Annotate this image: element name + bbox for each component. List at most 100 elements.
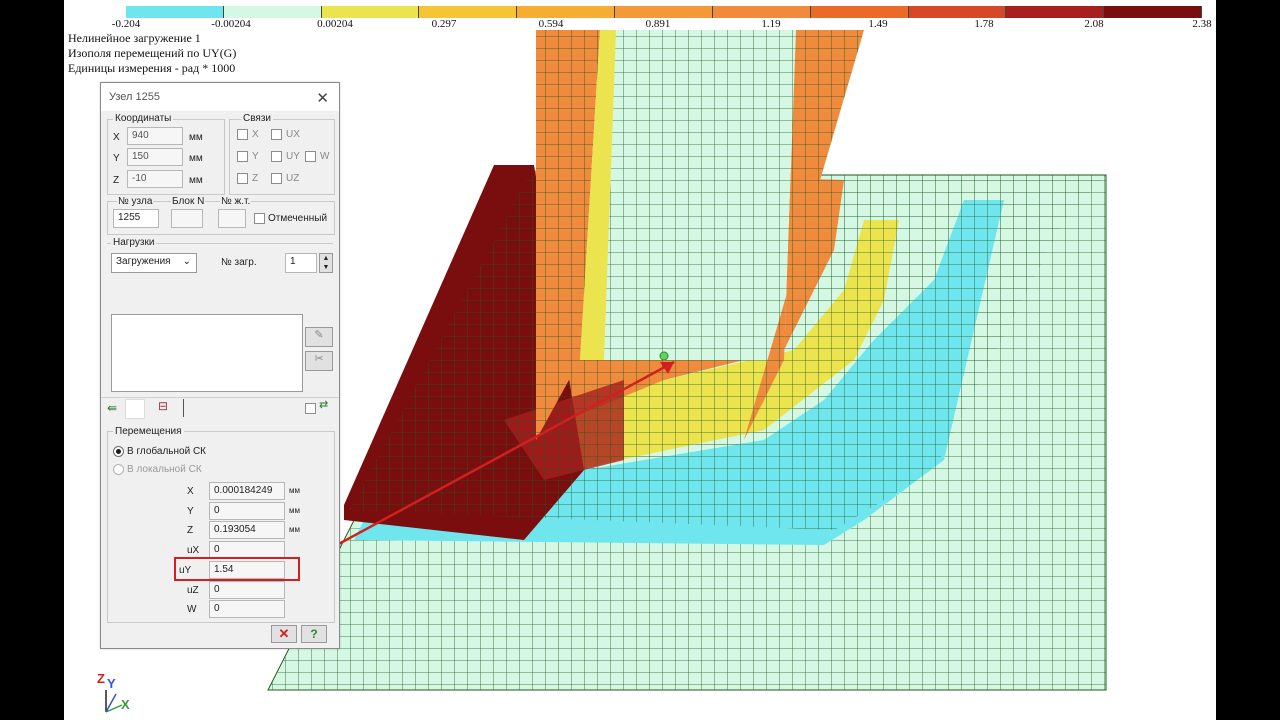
displacement-unit: мм [289, 525, 300, 535]
displacement-label: Y [187, 505, 194, 517]
node-number-label: № узла [117, 196, 154, 207]
legend-swatch [712, 6, 811, 18]
constraint-w-checkbox[interactable] [305, 151, 316, 162]
tab-forces-icon[interactable]: ⊟ [145, 399, 181, 417]
tab-blank[interactable] [125, 399, 145, 419]
constraint-uz-checkbox[interactable] [271, 173, 282, 184]
node-number-field[interactable]: 1255 [113, 209, 159, 228]
block-label: Блок N [171, 196, 206, 207]
displacement-value-field[interactable]: 0.000184249 [209, 482, 285, 500]
coord-z-unit: мм [189, 175, 203, 186]
coord-x-label: X [113, 132, 120, 143]
legend-swatch [1006, 6, 1105, 18]
displacement-label: W [187, 604, 197, 616]
constraint-y-checkbox[interactable] [237, 151, 248, 162]
loads-label: Нагрузки [111, 237, 157, 248]
chevron-down-icon: ⌄ [182, 256, 191, 267]
stiffness-label: № ж.т. [220, 196, 252, 207]
tab-displacement-icon[interactable]: ⇚ [107, 401, 117, 415]
constraints-label: Связи [241, 113, 274, 124]
load-number-label: № загр. [221, 257, 257, 268]
loads-dropdown[interactable]: Загружения ⌄ [111, 253, 197, 273]
result-info: Нелинейное загружение 1 Изополя перемеще… [68, 31, 236, 76]
constraint-x-checkbox[interactable] [237, 129, 248, 140]
selected-node-marker[interactable] [659, 351, 669, 361]
load-number-field[interactable]: 1 [285, 253, 317, 273]
constraint-uy-label: UY [286, 151, 300, 162]
displacement-value-field[interactable]: 0 [209, 600, 285, 619]
delete-load-icon[interactable]: ✂ [305, 351, 333, 371]
displacement-label: uZ [187, 584, 199, 596]
constraint-ux-checkbox[interactable] [271, 129, 282, 140]
help-button[interactable]: ? [301, 625, 327, 643]
constraint-x-label: X [252, 129, 259, 140]
block-field[interactable] [171, 209, 203, 228]
color-scale-ticks: -0.204 -0.00204 0.00204 0.297 0.594 0.891 1.19… [0, 18, 1280, 32]
legend-tick-label: 2.08 [1084, 18, 1104, 30]
legend-tick-label: 1.78 [974, 18, 994, 30]
displacements-label: Перемещения [113, 426, 184, 437]
axis-triad: Z Y X [97, 671, 130, 713]
load-number-spinner[interactable]: ▲ ▼ [319, 253, 333, 273]
stiffness-field[interactable] [218, 209, 246, 228]
constraint-z-checkbox[interactable] [237, 173, 248, 184]
option-checkbox[interactable] [305, 403, 316, 414]
cancel-button[interactable]: ✕ [271, 625, 297, 643]
legend-swatch [810, 6, 909, 18]
constraint-uy-checkbox[interactable] [271, 151, 282, 162]
displacement-unit: мм [289, 505, 300, 515]
legend-tick-label: 1.49 [868, 18, 888, 30]
displacement-value-field[interactable]: 0.193054 [209, 521, 285, 540]
coord-y-field[interactable]: 150 [127, 148, 183, 166]
legend-swatch [321, 6, 420, 18]
displacement-label: X [187, 486, 194, 497]
legend-swatch [1104, 6, 1202, 18]
displacement-unit: мм [289, 486, 300, 495]
legend-tick-label: 0.00204 [317, 18, 353, 30]
displacement-value-field[interactable]: 0 [209, 580, 285, 599]
legend-swatch [908, 6, 1007, 18]
coord-z-field[interactable]: -10 [127, 170, 183, 188]
legend-tick-label: -0.204 [111, 18, 141, 30]
coord-z-label: Z [113, 175, 120, 186]
axis-y-label: Y [107, 676, 116, 691]
close-icon[interactable]: ✕ [316, 89, 329, 107]
legend-tick-label: 2.38 [1192, 18, 1212, 30]
legend-tick-label: 0.594 [538, 18, 564, 30]
result-type-title: Изополя перемещений по UY(G) [68, 46, 237, 60]
constraint-ux-label: UX [286, 129, 300, 140]
displacement-value-field[interactable]: 0 [209, 501, 285, 520]
load-case-title: Нелинейное загружение 1 [68, 31, 201, 45]
constraint-y-label: Y [252, 151, 259, 162]
coord-x-unit: мм [189, 132, 203, 143]
local-cs-label: В локальной СК [127, 464, 202, 475]
constraint-uz-label: UZ [286, 173, 300, 184]
coord-x-field[interactable]: 940 [127, 127, 183, 145]
global-cs-label: В глобальной СК [127, 446, 206, 457]
legend-swatch [419, 6, 518, 18]
marked-label: Отмеченный [268, 213, 328, 224]
legend-swatch [615, 6, 713, 18]
loads-dropdown-value: Загружения [116, 256, 171, 267]
constraint-w-label: W [320, 151, 330, 162]
constraint-z-label: Z [252, 173, 259, 184]
loads-list[interactable] [111, 314, 303, 392]
legend-swatch [517, 6, 616, 18]
marked-checkbox[interactable] [254, 213, 265, 224]
legend-swatch [223, 6, 322, 18]
refresh-icon[interactable]: ⇄ [319, 398, 328, 411]
legend-tick-label: -0.00204 [211, 18, 251, 30]
axis-x-label: X [121, 697, 130, 712]
units-title: Единицы измерения - рад * 1000 [68, 61, 236, 75]
dialog-titlebar[interactable]: Узел 1255 ✕ [101, 83, 339, 111]
coordinates-label: Координаты [113, 113, 174, 124]
axis-z-label: Z [97, 671, 105, 686]
local-cs-radio[interactable] [113, 464, 124, 475]
displacement-label: Z [187, 525, 194, 537]
add-load-icon[interactable]: ✎ [305, 327, 333, 347]
displacement-label: uX [187, 545, 200, 557]
legend-swatch [126, 6, 224, 18]
global-cs-radio[interactable] [113, 446, 124, 457]
coord-y-label: Y [113, 153, 120, 164]
color-scale-legend [126, 6, 1202, 18]
